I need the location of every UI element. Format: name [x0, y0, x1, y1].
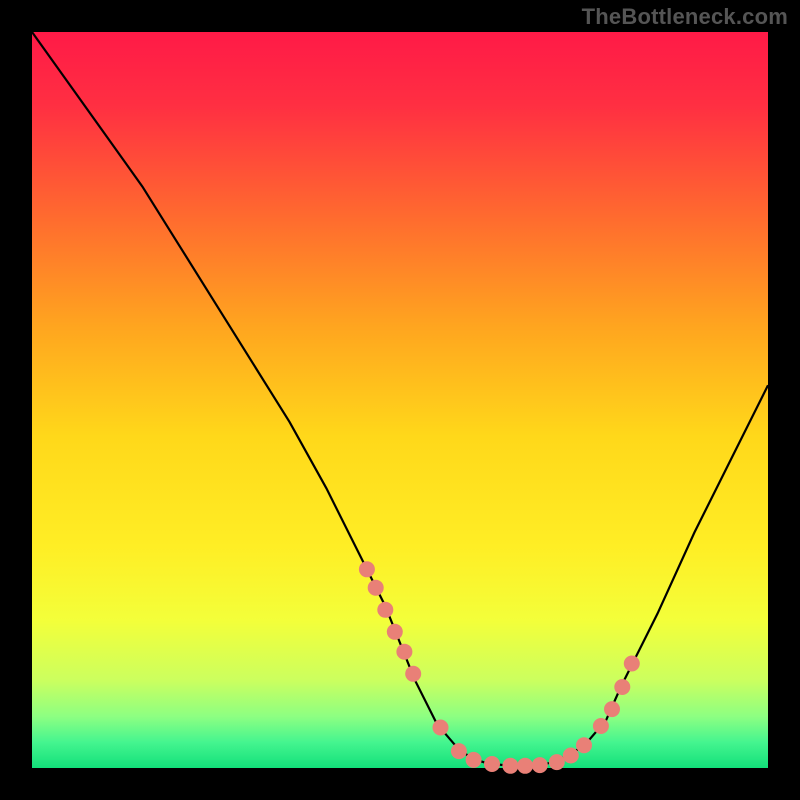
curve-dot: [433, 720, 449, 736]
curve-dot: [593, 718, 609, 734]
curve-dot: [563, 748, 579, 764]
curve-dot: [576, 737, 592, 753]
curve-dot: [466, 752, 482, 768]
curve-dot: [532, 757, 548, 773]
curve-dot: [517, 758, 533, 774]
curve-dot: [604, 701, 620, 717]
curve-dot: [377, 602, 393, 618]
curve-dot: [624, 656, 640, 672]
watermark-text: TheBottleneck.com: [582, 4, 788, 30]
curve-dot: [368, 580, 384, 596]
curve-dot: [387, 624, 403, 640]
curve-dot: [614, 679, 630, 695]
bottleneck-chart-svg: [0, 0, 800, 800]
curve-dot: [405, 666, 421, 682]
curve-dot: [451, 743, 467, 759]
chart-stage: TheBottleneck.com: [0, 0, 800, 800]
curve-dot: [484, 756, 500, 772]
curve-dot: [396, 644, 412, 660]
curve-dot: [549, 754, 565, 770]
curve-dot: [359, 561, 375, 577]
curve-dot: [502, 758, 518, 774]
